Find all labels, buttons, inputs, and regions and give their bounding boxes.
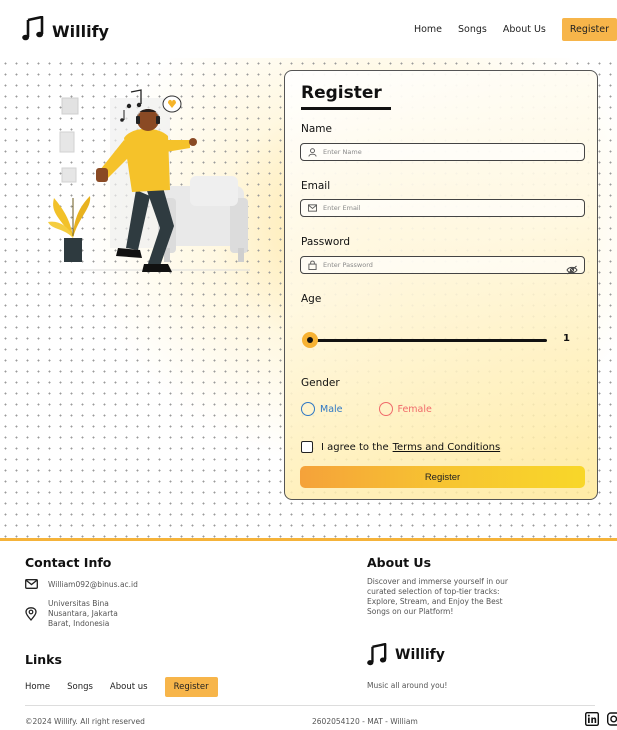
nav-register-button[interactable]: Register bbox=[561, 18, 617, 41]
age-value: 1 bbox=[563, 333, 570, 344]
nav-about-us[interactable]: About Us bbox=[503, 24, 546, 35]
about-line-4: Songs on our Platform! bbox=[367, 607, 454, 616]
female-label[interactable]: Female bbox=[398, 404, 432, 415]
instagram-icon[interactable] bbox=[607, 712, 617, 726]
contact-address: Universitas Bina Nusantara, Jakarta Bara… bbox=[48, 599, 118, 629]
terms-text: I agree to the bbox=[321, 441, 389, 453]
name-input[interactable] bbox=[323, 148, 563, 156]
footer-link-songs[interactable]: Songs bbox=[67, 682, 93, 692]
name-field-wrapper bbox=[300, 143, 585, 161]
male-label[interactable]: Male bbox=[320, 404, 343, 415]
about-us-heading: About Us bbox=[367, 555, 432, 570]
address-line-3: Barat, Indonesia bbox=[48, 619, 110, 628]
password-field-wrapper bbox=[300, 256, 585, 275]
copyright: ©2024 Willify. All right reserved bbox=[25, 717, 145, 726]
social-links bbox=[585, 712, 617, 726]
age-slider-track[interactable] bbox=[309, 339, 547, 342]
music-note-icon bbox=[367, 643, 387, 667]
contact-address-row: Universitas Bina Nusantara, Jakarta Bara… bbox=[25, 599, 118, 629]
student-id: 2602054120 - MAT - William bbox=[312, 717, 418, 726]
form-title-underline bbox=[301, 107, 391, 110]
password-input[interactable] bbox=[323, 261, 563, 269]
terms-agreement: I agree to the Terms and Conditions bbox=[301, 441, 500, 453]
contact-email[interactable]: William092@binus.ac.id bbox=[48, 580, 138, 589]
female-radio[interactable] bbox=[378, 402, 393, 416]
footer-tagline: Music all around you! bbox=[367, 681, 448, 690]
register-submit-button[interactable]: Register bbox=[300, 466, 585, 488]
music-note-icon bbox=[22, 15, 44, 46]
footer-brand-name: Willify bbox=[395, 647, 445, 663]
location-pin-icon bbox=[25, 607, 37, 621]
footer-register-button[interactable]: Register bbox=[164, 677, 218, 697]
address-line-1: Universitas Bina bbox=[48, 599, 109, 608]
logo-text: Willify bbox=[52, 21, 109, 41]
links-heading: Links bbox=[25, 652, 62, 667]
email-label: Email bbox=[301, 180, 331, 192]
register-form: Register Name Email Password Age 1 Gende… bbox=[284, 70, 598, 500]
form-title: Register bbox=[301, 83, 382, 103]
footer-link-about-us[interactable]: About us bbox=[110, 682, 148, 692]
footer-divider bbox=[25, 705, 595, 706]
age-slider-thumb[interactable] bbox=[302, 332, 318, 348]
about-line-3: Explore, Stream, and Enjoy the Best bbox=[367, 597, 503, 606]
male-radio[interactable] bbox=[301, 402, 315, 416]
email-field-wrapper bbox=[300, 199, 585, 217]
terms-link[interactable]: Terms and Conditions bbox=[393, 442, 501, 453]
email-input[interactable] bbox=[323, 204, 563, 212]
gender-label: Gender bbox=[301, 377, 340, 389]
contact-info-heading: Contact Info bbox=[25, 555, 112, 570]
footer-link-home[interactable]: Home bbox=[25, 682, 50, 692]
about-line-2: curated selection of top-tier tracks: bbox=[367, 587, 500, 596]
mail-icon bbox=[25, 579, 38, 589]
age-label: Age bbox=[301, 293, 322, 305]
nav-songs[interactable]: Songs bbox=[458, 24, 487, 35]
main-nav: Home Songs About Us Register bbox=[414, 18, 617, 41]
footer-links: Home Songs About us Register bbox=[25, 677, 235, 697]
name-label: Name bbox=[301, 123, 332, 135]
about-line-1: Discover and immerse yourself in our bbox=[367, 577, 508, 586]
dancing-man-illustration bbox=[40, 78, 260, 298]
footer-brand: Willify bbox=[367, 643, 445, 667]
logo[interactable]: Willify bbox=[22, 15, 109, 46]
linkedin-icon[interactable] bbox=[585, 712, 599, 726]
eye-off-icon[interactable] bbox=[566, 260, 578, 275]
mail-icon bbox=[307, 203, 317, 213]
password-label: Password bbox=[301, 236, 351, 248]
contact-email-row: William092@binus.ac.id bbox=[25, 579, 138, 589]
site-footer: Contact Info William092@binus.ac.id Univ… bbox=[0, 541, 617, 730]
lock-icon bbox=[307, 260, 317, 270]
gender-radio-group: Male Female bbox=[301, 402, 468, 416]
about-us-text: Discover and immerse yourself in our cur… bbox=[367, 577, 508, 617]
address-line-2: Nusantara, Jakarta bbox=[48, 609, 118, 618]
site-header: Willify Home Songs About Us Register bbox=[0, 0, 617, 58]
nav-home[interactable]: Home bbox=[414, 24, 442, 35]
terms-checkbox[interactable] bbox=[301, 441, 313, 453]
user-icon bbox=[307, 147, 317, 157]
